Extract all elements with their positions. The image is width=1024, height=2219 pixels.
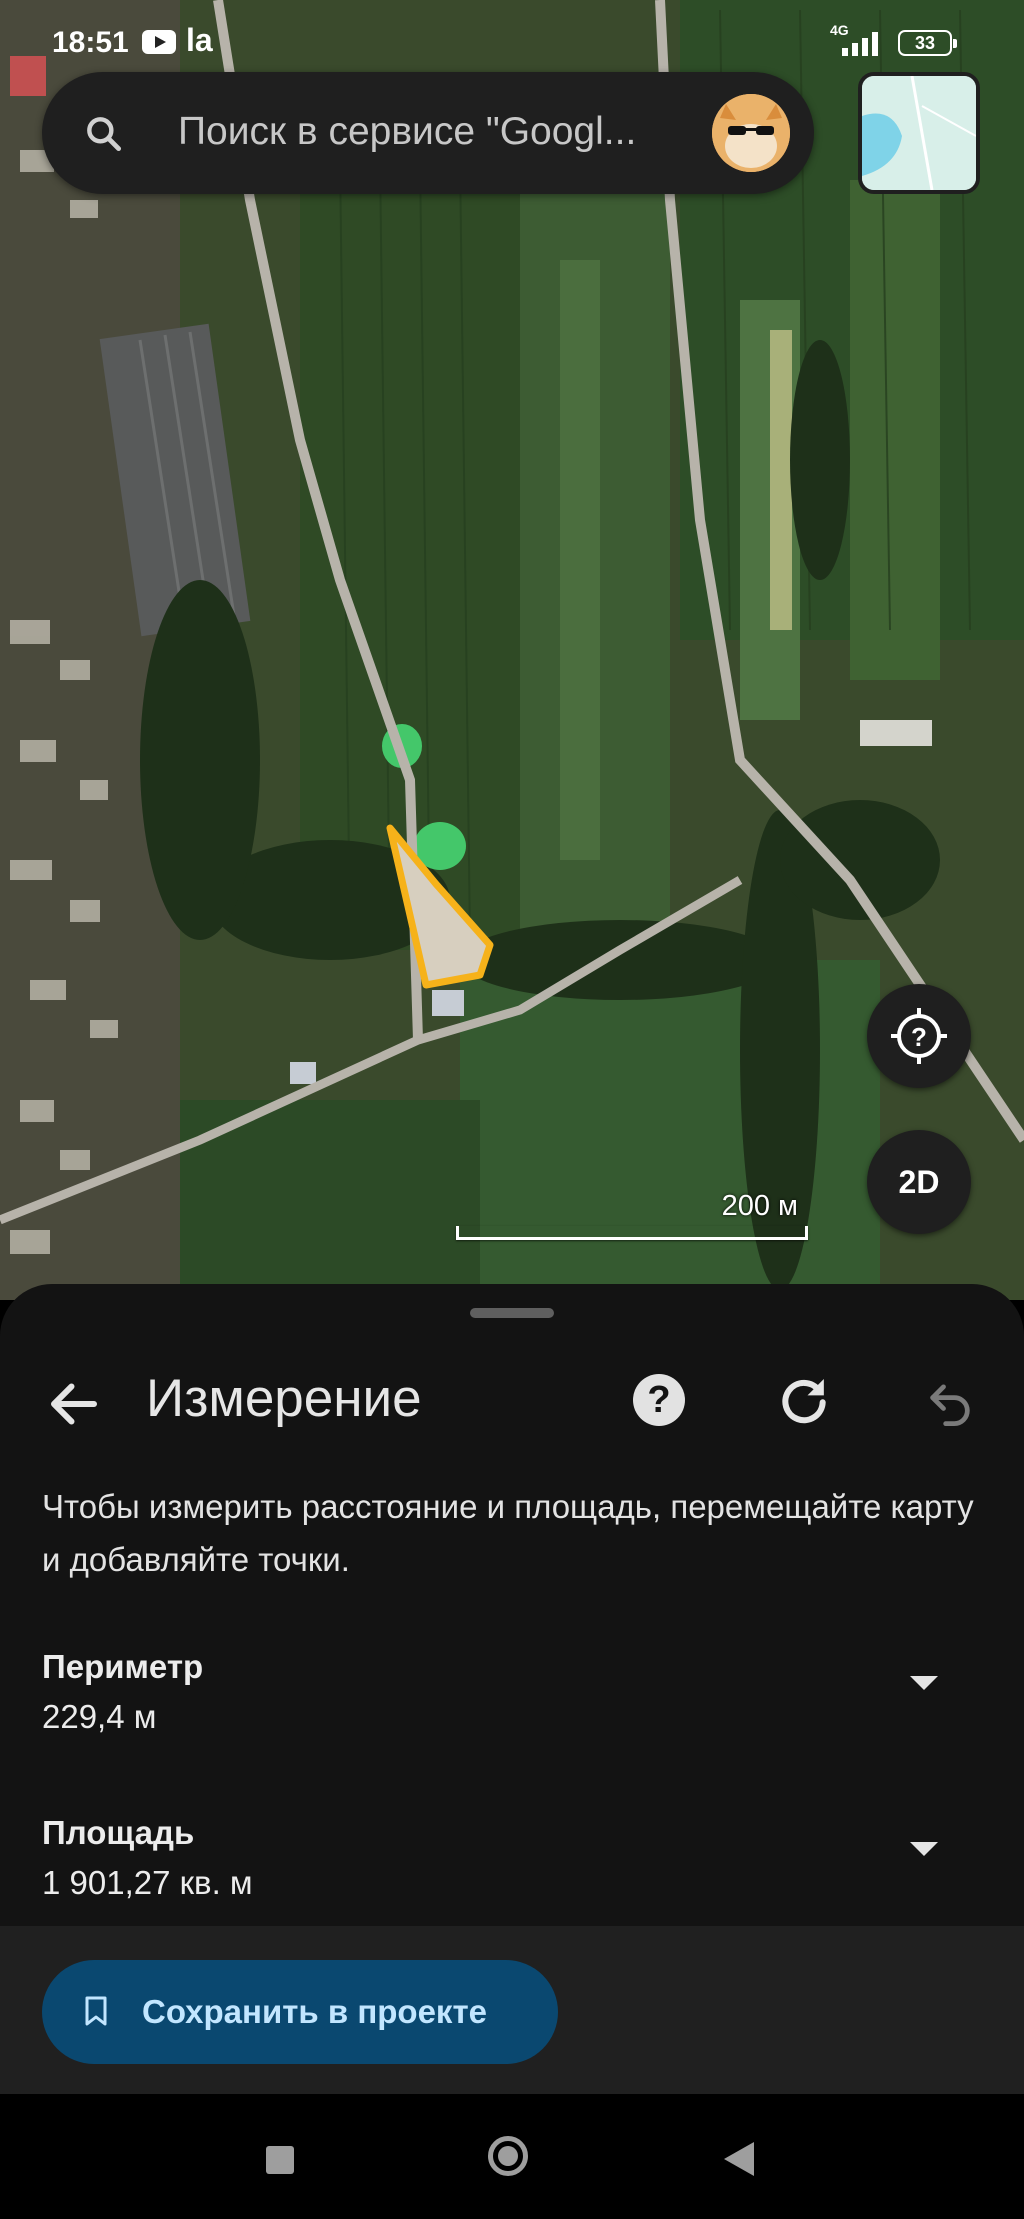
page-title: Измерение [146,1369,422,1428]
view-mode-button[interactable]: 2D [867,1130,971,1234]
perimeter-row[interactable]: Периметр 229,4 м [42,1648,982,1736]
home-icon[interactable] [488,2136,528,2176]
status-time: 18:51 [52,26,129,59]
avatar[interactable] [712,94,790,172]
system-back-icon[interactable] [724,2142,754,2176]
recents-icon[interactable] [266,2146,294,2174]
layers-preview [862,76,976,190]
my-location-button[interactable]: ? [867,984,971,1088]
measurement-hint: Чтобы измерить расстояние и площадь, пер… [42,1488,974,1578]
status-bar: 18:51 la 4G 33 [0,0,1024,80]
scale-line [456,1226,808,1240]
save-bar: Сохранить в проекте [0,1926,1024,2094]
chevron-down-icon[interactable] [910,1842,938,1856]
bookmark-icon [85,1996,107,2026]
sheet-drag-handle[interactable] [470,1308,554,1318]
carrier-glyph: la [186,22,213,58]
measurement-sheet: Измерение ? Чтобы измерить расстояние и … [0,1284,1024,1926]
search-placeholder: Поиск в сервисе "Googl... [178,110,637,153]
back-arrow-icon[interactable] [44,1374,104,1434]
signal-icon [842,32,878,56]
help-icon[interactable]: ? [633,1374,685,1426]
chevron-down-icon[interactable] [910,1676,938,1690]
search-icon [87,117,122,152]
satellite-imagery [0,0,1024,1300]
satellite-map[interactable]: 18:51 la 4G 33 Поиск в сервисе "Googl... [0,0,1024,1300]
scale-label: 200 м [721,1190,798,1222]
area-value: 1 901,27 кв. м [42,1864,253,1901]
refresh-icon[interactable] [776,1372,832,1428]
search-bar[interactable]: Поиск в сервисе "Googl... [42,72,814,194]
area-label: Площадь [42,1814,195,1851]
perimeter-value: 229,4 м [42,1698,157,1735]
scale-bar: 200 м [452,1190,812,1244]
save-to-project-button[interactable]: Сохранить в проекте [42,1960,558,2064]
battery-indicator: 33 [898,30,957,56]
perimeter-label: Периметр [42,1648,204,1685]
youtube-icon [142,30,176,54]
svg-text:?: ? [911,1022,927,1052]
system-nav-bar [0,2094,1024,2219]
map-thumbnail[interactable] [858,72,980,194]
my-location-icon: ? [891,1008,947,1064]
save-button-label: Сохранить в проекте [142,1993,487,2030]
avatar-image [712,94,790,172]
area-row[interactable]: Площадь 1 901,27 кв. м [42,1814,982,1902]
undo-icon[interactable] [924,1376,976,1428]
